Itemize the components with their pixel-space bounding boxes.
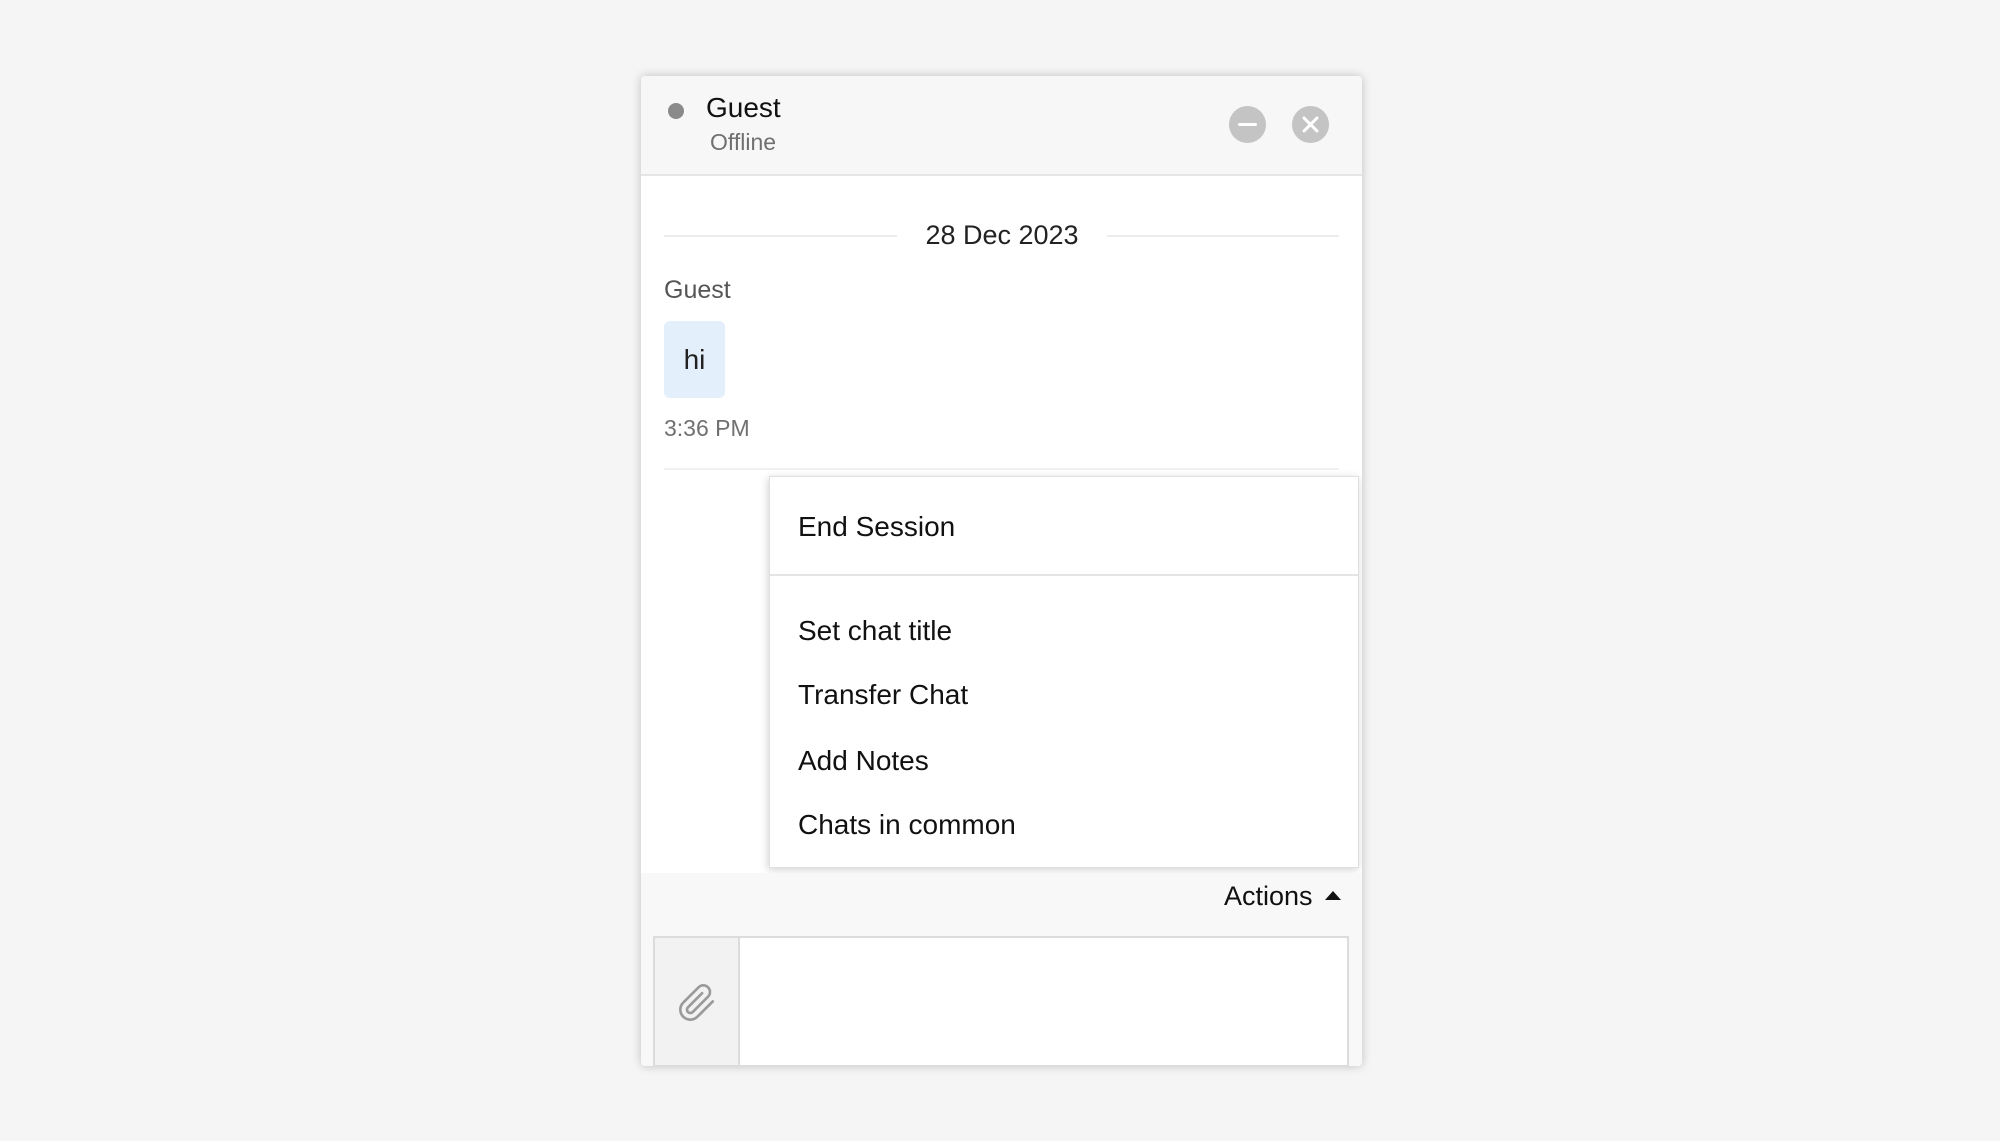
minimize-icon — [1238, 123, 1257, 126]
status-dot-icon — [668, 103, 684, 119]
menu-divider — [770, 574, 1358, 576]
divider-line — [664, 235, 897, 237]
menu-item-set-chat-title[interactable]: Set chat title — [770, 615, 1358, 647]
conversation-date: 28 Dec 2023 — [925, 220, 1079, 250]
minimize-button[interactable] — [1229, 106, 1266, 143]
attach-button[interactable] — [653, 936, 738, 1066]
actions-menu: End Session Set chat title Transfer Chat… — [769, 476, 1359, 868]
contact-name: Guest — [706, 92, 781, 123]
message-composer — [641, 928, 1362, 1066]
close-icon — [1302, 116, 1319, 133]
message-bubble: hi — [664, 321, 725, 398]
actions-label: Actions — [1224, 881, 1313, 911]
message-separator — [664, 468, 1339, 470]
message-sender: Guest — [664, 276, 731, 304]
message-input[interactable] — [738, 936, 1349, 1066]
date-divider: 28 Dec 2023 — [664, 216, 1339, 256]
menu-item-add-notes[interactable]: Add Notes — [770, 745, 1358, 777]
contact-status: Offline — [710, 129, 777, 155]
message-timestamp: 3:36 PM — [664, 415, 750, 441]
menu-item-chats-in-common[interactable]: Chats in common — [770, 809, 1358, 841]
actions-bar: Actions — [641, 873, 1362, 928]
divider-line — [1107, 235, 1339, 237]
paperclip-icon — [679, 984, 715, 1021]
caret-up-icon — [1324, 891, 1341, 901]
close-button[interactable] — [1292, 106, 1329, 143]
chat-header: Guest Offline — [641, 76, 1362, 176]
chat-window: Guest Offline 28 Dec 2023 Guest hi 3:36 … — [641, 76, 1362, 1066]
actions-button[interactable]: Actions — [1224, 881, 1341, 912]
menu-item-transfer-chat[interactable]: Transfer Chat — [770, 679, 1358, 711]
menu-item-end-session[interactable]: End Session — [770, 511, 1358, 543]
